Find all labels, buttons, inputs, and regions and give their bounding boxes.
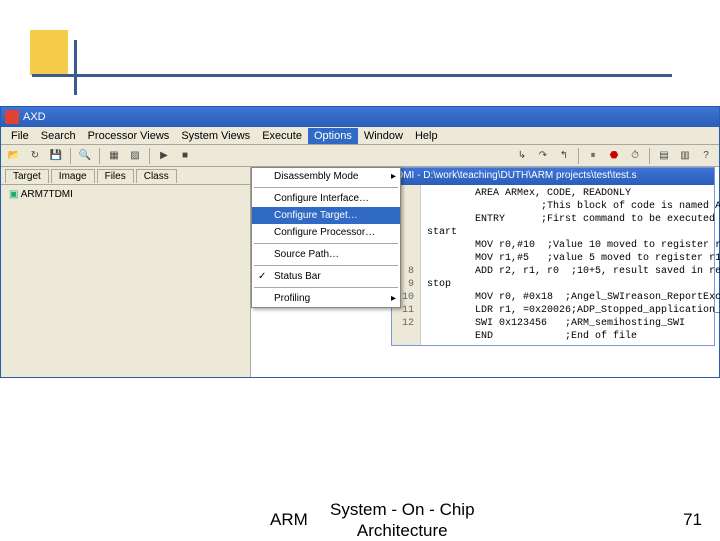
tb-break-icon[interactable]: ⬣ <box>605 147 623 165</box>
page-number: 71 <box>683 510 702 530</box>
deco-vline <box>74 40 77 95</box>
menu-sep <box>254 265 398 266</box>
menu-help[interactable]: Help <box>409 128 444 144</box>
tb-find-icon[interactable]: 🔍 <box>76 147 94 165</box>
code-area[interactable]: AREA ARMex, CODE, READONLY ;This block o… <box>421 185 720 345</box>
footer-soc: System - On - Chip Architecture <box>330 499 475 541</box>
tab-class[interactable]: Class <box>136 169 177 183</box>
tb-reg-icon[interactable]: ▤ <box>655 147 673 165</box>
tab-target[interactable]: Target <box>5 169 49 183</box>
menu-execute[interactable]: Execute <box>256 128 308 144</box>
tb-open-icon[interactable]: 📂 <box>5 147 23 165</box>
toolbar: 📂 ↻ 💾 🔍 ▦ ▨ ▶ ■ ↳ ↷ ↰ ⏸ ⬣ ⏱ ▤ ▥ ? <box>1 145 719 167</box>
options-dropdown: Disassembly Mode Configure Interface… Co… <box>251 167 401 308</box>
tb-save-icon[interactable]: 💾 <box>47 147 65 165</box>
tb-sep <box>99 148 100 164</box>
tb-view2-icon[interactable]: ▨ <box>126 147 144 165</box>
menu-item-profiling[interactable]: Profiling <box>252 290 400 307</box>
tb-stepout-icon[interactable]: ↰ <box>555 147 573 165</box>
tb-stepover-icon[interactable]: ↷ <box>534 147 552 165</box>
tb-mem-icon[interactable]: ▥ <box>676 147 694 165</box>
menu-sep <box>254 187 398 188</box>
tb-run-icon[interactable]: ▶ <box>155 147 173 165</box>
footer-arm: ARM <box>270 510 308 530</box>
body-area: Target Image Files Class ARM7TDMI Disass… <box>1 167 719 377</box>
app-logo-icon <box>5 110 19 124</box>
editor-window: DMI - D:\work\teaching\DUTH\ARM projects… <box>391 167 715 346</box>
tb-sep <box>649 148 650 164</box>
menu-window[interactable]: Window <box>358 128 409 144</box>
footer-soc-l1: System - On - Chip <box>330 500 475 519</box>
tb-timer-icon[interactable]: ⏱ <box>626 147 644 165</box>
menu-item-disassembly-mode[interactable]: Disassembly Mode <box>252 168 400 185</box>
tb-sep <box>70 148 71 164</box>
tb-sep <box>578 148 579 164</box>
menu-processor-views[interactable]: Processor Views <box>82 128 176 144</box>
menu-sep <box>254 243 398 244</box>
menu-sep <box>254 287 398 288</box>
menu-item-configure-target[interactable]: Configure Target… <box>252 207 400 224</box>
tb-reload-icon[interactable]: ↻ <box>26 147 44 165</box>
menu-options[interactable]: Options <box>308 128 358 144</box>
editor-title[interactable]: DMI - D:\work\teaching\DUTH\ARM projects… <box>392 168 714 185</box>
tab-image[interactable]: Image <box>51 169 95 183</box>
tb-view1-icon[interactable]: ▦ <box>105 147 123 165</box>
footer-soc-l2: Architecture <box>357 521 448 540</box>
tb-stepinto-icon[interactable]: ↳ <box>513 147 531 165</box>
menu-system-views[interactable]: System Views <box>175 128 256 144</box>
menubar[interactable]: File Search Processor Views System Views… <box>1 127 719 145</box>
sidebar-tabs: Target Image Files Class <box>1 167 250 185</box>
project-tree: ARM7TDMI <box>1 185 250 204</box>
menu-item-source-path[interactable]: Source Path… <box>252 246 400 263</box>
tb-help-icon[interactable]: ? <box>697 147 715 165</box>
menu-item-configure-processor[interactable]: Configure Processor… <box>252 224 400 241</box>
titlebar-text: AXD <box>23 111 46 123</box>
axd-window: AXD File Search Processor Views System V… <box>0 106 720 378</box>
sidebar: Target Image Files Class ARM7TDMI <box>1 167 251 377</box>
titlebar[interactable]: AXD <box>1 107 719 127</box>
tb-sep <box>149 148 150 164</box>
tb-pause-icon[interactable]: ⏸ <box>584 147 602 165</box>
tree-item-arm7tdmi[interactable]: ARM7TDMI <box>9 189 242 200</box>
menu-item-configure-interface[interactable]: Configure Interface… <box>252 190 400 207</box>
content-pane: Disassembly Mode Configure Interface… Co… <box>251 167 719 377</box>
menu-search[interactable]: Search <box>35 128 82 144</box>
deco-hline <box>32 74 672 77</box>
editor-body: 89101112 AREA ARMex, CODE, READONLY ;Thi… <box>392 185 714 345</box>
menu-file[interactable]: File <box>5 128 35 144</box>
menu-item-status-bar[interactable]: Status Bar <box>252 268 400 285</box>
deco-square <box>30 30 68 75</box>
tb-stop-icon[interactable]: ■ <box>176 147 194 165</box>
tab-files[interactable]: Files <box>97 169 134 183</box>
